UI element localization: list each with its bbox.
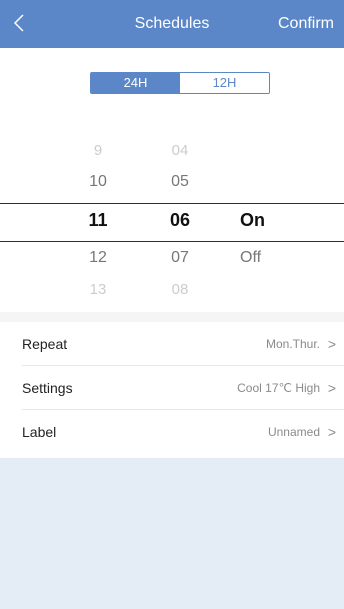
- minute-option[interactable]: 05: [150, 173, 210, 191]
- hour-option[interactable]: 13: [68, 281, 128, 298]
- header-bar: Schedules Confirm: [0, 0, 344, 48]
- repeat-row[interactable]: Repeat Mon.Thur. >: [0, 322, 344, 366]
- hour-option[interactable]: 10: [68, 173, 128, 191]
- minute-selected[interactable]: 06: [150, 210, 210, 231]
- mode-selected[interactable]: On: [240, 210, 284, 231]
- mode-option[interactable]: Off: [240, 249, 284, 267]
- label-value: Unnamed: [267, 425, 320, 439]
- hour-selected[interactable]: 11: [68, 210, 128, 231]
- toggle-12h[interactable]: 12H: [180, 73, 269, 93]
- minute-option[interactable]: 07: [150, 249, 210, 267]
- settings-value: Cool 17℃ High: [237, 381, 320, 395]
- minute-option[interactable]: 08: [150, 281, 210, 298]
- chevron-right-icon: >: [327, 336, 336, 352]
- hour-option[interactable]: 9: [68, 142, 128, 159]
- label-row[interactable]: Label Unnamed >: [0, 410, 344, 454]
- chevron-right-icon: >: [327, 380, 336, 396]
- hour-option[interactable]: 12: [68, 249, 128, 267]
- settings-list: Repeat Mon.Thur. > Settings Cool 17℃ Hig…: [0, 322, 344, 454]
- settings-row[interactable]: Settings Cool 17℃ High >: [0, 366, 344, 410]
- selection-line-bottom: [0, 241, 344, 242]
- selection-line-top: [0, 203, 344, 204]
- section-separator: [0, 312, 344, 322]
- chevron-right-icon: >: [327, 424, 336, 440]
- time-format-toggle: 24H 12H: [90, 72, 270, 94]
- settings-label: Settings: [22, 380, 73, 396]
- confirm-button[interactable]: Confirm: [278, 15, 334, 33]
- repeat-label: Repeat: [22, 336, 68, 352]
- empty-bottom-area: [0, 458, 344, 609]
- label-label: Label: [22, 424, 57, 440]
- repeat-value: Mon.Thur.: [265, 337, 320, 351]
- minute-option[interactable]: 04: [150, 142, 210, 159]
- time-picker[interactable]: 9 10 11 12 13 04 05 06 07 08 On Off: [0, 130, 344, 310]
- toggle-24h[interactable]: 24H: [91, 73, 180, 93]
